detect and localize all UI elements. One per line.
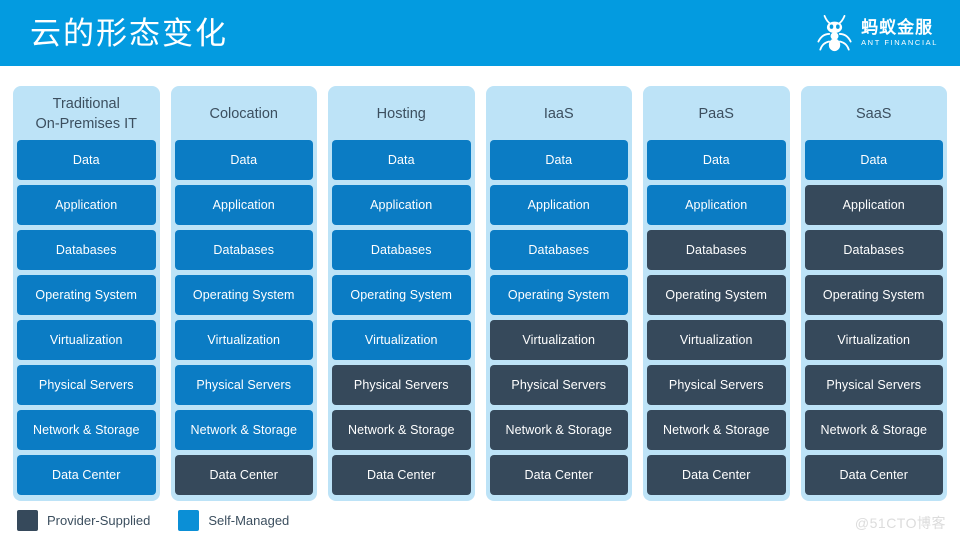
layer-cell[interactable]: Data Center <box>174 455 313 495</box>
brand-name-cn: 蚂蚁金服 <box>861 18 934 38</box>
layer-cell[interactable]: Application <box>804 185 943 225</box>
layer-cell[interactable]: Data <box>174 140 313 180</box>
column-title: Colocation <box>209 106 278 123</box>
layer-cell[interactable]: Databases <box>804 230 943 270</box>
layer-cell[interactable]: Physical Servers <box>489 365 628 405</box>
layer-cell[interactable]: Virtualization <box>17 320 156 360</box>
column-rows: Data Application Databases Operating System… <box>332 140 471 495</box>
layer-cell[interactable]: Application <box>489 185 628 225</box>
column-rows: Data Application Databases Operating System… <box>647 140 786 495</box>
column-title: PaaS <box>698 106 734 123</box>
layer-cell[interactable]: Operating System <box>804 275 943 315</box>
layer-cell[interactable]: Physical Servers <box>174 365 313 405</box>
layer-cell[interactable]: Application <box>17 185 156 225</box>
column-rows: Data Application Databases Operating System… <box>174 140 313 495</box>
layer-cell[interactable]: Application <box>174 185 313 225</box>
layer-cell[interactable]: Network & Storage <box>174 410 313 450</box>
ant-logo-icon <box>817 14 852 52</box>
brand-name-en: ANT FINANCIAL <box>861 38 938 48</box>
layer-cell[interactable]: Operating System <box>647 275 786 315</box>
brand-logo: 蚂蚁金服 ANT FINANCIAL <box>816 13 938 53</box>
layer-cell[interactable]: Data <box>489 140 628 180</box>
legend-label: Provider-Supplied <box>47 513 151 528</box>
layer-cell[interactable]: Databases <box>17 230 156 270</box>
legend-label: Self-Managed <box>208 513 290 528</box>
layer-cell[interactable]: Application <box>647 185 786 225</box>
stack-column: IaaS Data Application Databases Operating Sy… <box>485 86 632 501</box>
layer-cell[interactable]: Network & Storage <box>489 410 628 450</box>
stack-column: PaaS Data Application Databases Operating Sy… <box>643 86 790 501</box>
layer-cell[interactable]: Virtualization <box>489 320 628 360</box>
layer-cell[interactable]: Physical Servers <box>804 365 943 405</box>
stack-column: SaaS Data Application Databases Operating Sy… <box>800 86 947 501</box>
layer-cell[interactable]: Operating System <box>332 275 471 315</box>
layer-cell[interactable]: Databases <box>489 230 628 270</box>
layer-cell[interactable]: Virtualization <box>174 320 313 360</box>
layer-cell[interactable]: Operating System <box>17 275 156 315</box>
layer-cell[interactable]: Data <box>804 140 943 180</box>
layer-cell[interactable]: Data <box>17 140 156 180</box>
layer-cell[interactable]: Physical Servers <box>17 365 156 405</box>
layer-cell[interactable]: Databases <box>332 230 471 270</box>
column-title: Hosting <box>376 106 426 123</box>
layer-cell[interactable]: Network & Storage <box>647 410 786 450</box>
column-rows: Data Application Databases Operating System… <box>489 140 628 495</box>
legend-swatch-provider <box>17 510 38 531</box>
layer-cell[interactable]: Data Center <box>489 455 628 495</box>
layer-cell[interactable]: Databases <box>174 230 313 270</box>
stack-column: Traditional On-Premises IT Data Application… <box>13 86 160 501</box>
layer-cell[interactable]: Operating System <box>174 275 313 315</box>
layer-cell[interactable]: Data Center <box>332 455 471 495</box>
layer-cell[interactable]: Virtualization <box>332 320 471 360</box>
legend-item: Self-Managed <box>178 510 289 531</box>
layer-cell[interactable]: Network & Storage <box>332 410 471 450</box>
legend-item: Provider-Supplied <box>17 510 150 531</box>
column-rows: Data Application Databases Operating System… <box>804 140 943 495</box>
stack-column: Hosting Data Application Databases Operating… <box>328 86 475 501</box>
column-title: IaaS <box>543 106 574 123</box>
layer-cell[interactable]: Network & Storage <box>17 410 156 450</box>
layer-cell[interactable]: Physical Servers <box>647 365 786 405</box>
layer-cell[interactable]: Data <box>647 140 786 180</box>
layer-cell[interactable]: Data Center <box>647 455 786 495</box>
stack-column: Colocation Data Application Databases Operat… <box>170 86 317 501</box>
layer-cell[interactable]: Virtualization <box>647 320 786 360</box>
column-rows: Data Application Databases Operating System… <box>17 140 156 495</box>
legend: Provider-Supplied Self-Managed <box>17 510 289 531</box>
watermark: @51CTO博客 <box>854 515 946 531</box>
layer-cell[interactable]: Application <box>332 185 471 225</box>
layer-cell[interactable]: Physical Servers <box>332 365 471 405</box>
layer-cell[interactable]: Data <box>332 140 471 180</box>
layer-cell[interactable]: Data Center <box>17 455 156 495</box>
legend-swatch-self <box>178 510 200 531</box>
layer-cell[interactable]: Network & Storage <box>804 410 943 450</box>
layer-cell[interactable]: Operating System <box>489 275 628 315</box>
layer-cell[interactable]: Data Center <box>804 455 943 495</box>
column-title: Traditional On-Premises IT <box>35 96 137 132</box>
column-title: SaaS <box>856 106 892 123</box>
page-title: 云的形态变化 <box>30 15 228 51</box>
slide-root: 云的形态变化 蚂蚁金服 ANT FINANCIAL Traditional On… <box>0 0 960 540</box>
stack-columns: Traditional On-Premises IT Data Application… <box>13 86 947 501</box>
layer-cell[interactable]: Databases <box>647 230 786 270</box>
slide-header: 云的形态变化 蚂蚁金服 ANT FINANCIAL <box>0 0 960 66</box>
layer-cell[interactable]: Virtualization <box>804 320 943 360</box>
brand-text: 蚂蚁金服 ANT FINANCIAL <box>861 19 938 47</box>
